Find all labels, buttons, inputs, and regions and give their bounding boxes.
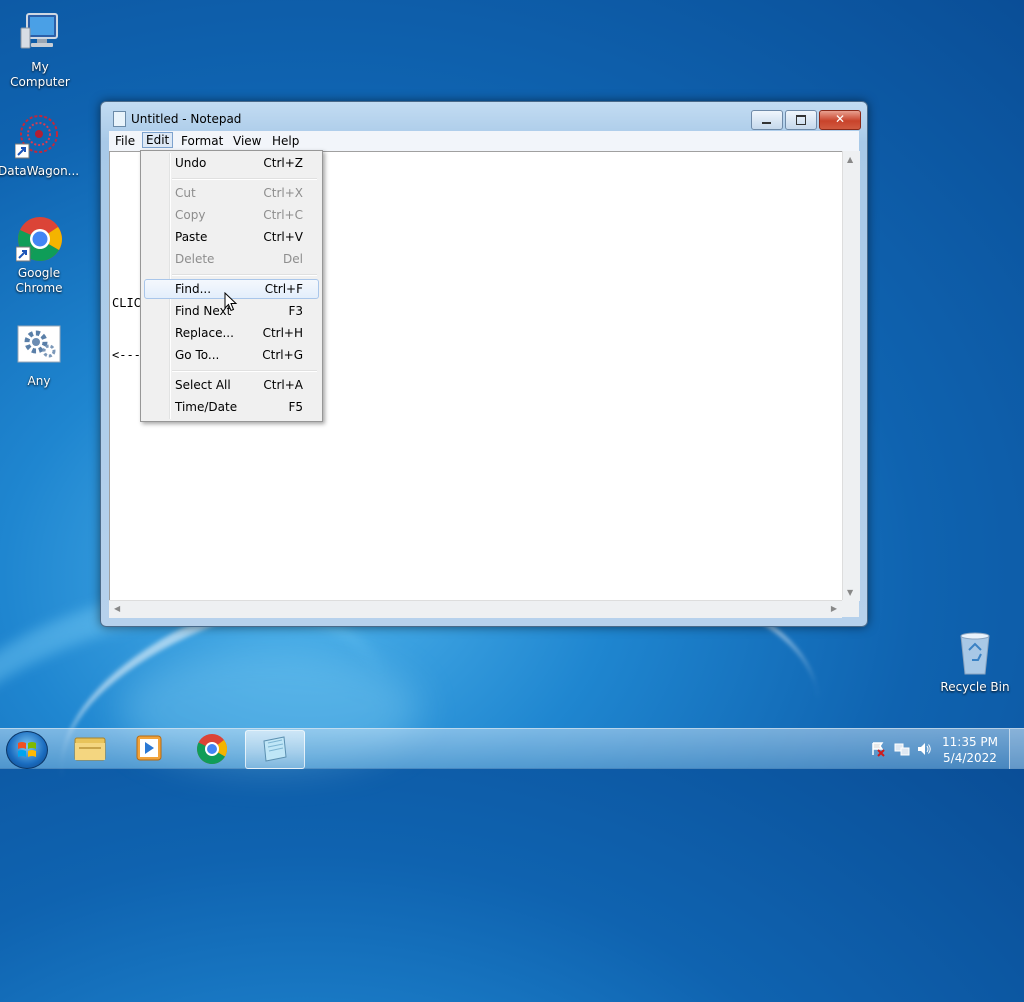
taskbar-notepad[interactable] [245, 730, 305, 769]
desktop-icon-any[interactable]: Any [0, 324, 79, 389]
taskbar: 11:35 PM 5/4/2022 [0, 728, 1024, 769]
menu-item-delete[interactable]: Delete Del [144, 249, 319, 269]
start-button[interactable] [6, 731, 48, 769]
menu-item-undo[interactable]: Undo Ctrl+Z [144, 153, 319, 173]
scroll-up-icon[interactable]: ▲ [847, 155, 853, 164]
system-tray: 11:35 PM 5/4/2022 [854, 729, 1024, 769]
volume-icon[interactable] [916, 741, 932, 757]
menu-item-label: Replace... [175, 326, 234, 340]
title-bar[interactable]: Untitled - Notepad ✕ [101, 102, 867, 132]
menu-item-label: Undo [175, 156, 207, 170]
horizontal-scrollbar[interactable]: ◀ ▶ [109, 600, 842, 618]
window-title: Untitled - Notepad [131, 112, 242, 126]
menu-item-shortcut: Ctrl+F [264, 282, 303, 296]
text-line: <--- [112, 348, 141, 362]
menu-file[interactable]: File [111, 133, 139, 149]
datawagon-icon [14, 114, 61, 160]
computer-icon [17, 10, 63, 56]
resize-grip[interactable] [842, 600, 859, 617]
menu-item-label: Go To... [175, 348, 220, 362]
chrome-icon [15, 216, 62, 262]
menu-item-select-all[interactable]: Select All Ctrl+A [144, 375, 319, 395]
menu-item-label: Time/Date [175, 400, 238, 414]
menu-item-replace[interactable]: Replace... Ctrl+H [144, 323, 319, 343]
menu-edit[interactable]: Edit [142, 132, 174, 148]
desktop-icon-my-computer[interactable]: My Computer [0, 10, 80, 90]
menu-item-shortcut: Ctrl+A [263, 378, 303, 392]
windows-logo-icon [18, 742, 36, 757]
menu-separator [172, 178, 317, 180]
menu-item-shortcut: Ctrl+X [263, 186, 303, 200]
menu-item-label: Cut [175, 186, 196, 200]
menu-format[interactable]: Format [177, 133, 227, 149]
close-button[interactable]: ✕ [819, 110, 861, 130]
recycle-bin-icon [952, 630, 998, 676]
minimize-button[interactable] [751, 110, 783, 130]
mouse-cursor-icon [224, 291, 238, 315]
minimize-icon [762, 122, 771, 124]
taskbar-chrome[interactable] [183, 730, 241, 767]
vertical-scrollbar[interactable]: ▲ ▼ [842, 151, 860, 601]
menu-item-copy[interactable]: Copy Ctrl+C [144, 205, 319, 225]
desktop-icon-label: Recycle Bin [940, 680, 1010, 694]
chrome-icon [197, 734, 228, 765]
clock[interactable]: 11:35 PM 5/4/2022 [942, 734, 998, 766]
desktop-icon-label: My Computer [10, 60, 70, 89]
menu-separator [172, 274, 317, 276]
menu-bar: File Edit Format View Help [109, 131, 859, 151]
menu-item-shortcut: Ctrl+G [262, 348, 303, 362]
menu-item-label: Copy [175, 208, 206, 222]
menu-item-shortcut: Ctrl+Z [263, 156, 303, 170]
settings-gear-icon [16, 324, 62, 370]
notepad-icon [113, 111, 126, 127]
show-desktop-button[interactable] [1009, 729, 1024, 769]
taskbar-media-player[interactable] [120, 730, 178, 767]
menu-item-label: Find Next [175, 304, 232, 318]
close-icon: ✕ [834, 112, 846, 126]
notepad-icon [263, 736, 287, 762]
maximize-icon [796, 115, 806, 125]
menu-item-label: Paste [175, 230, 208, 244]
menu-item-cut[interactable]: Cut Ctrl+X [144, 183, 319, 203]
media-player-icon [136, 735, 162, 761]
scroll-down-icon[interactable]: ▼ [847, 588, 853, 597]
menu-item-go-to[interactable]: Go To... Ctrl+G [144, 345, 319, 365]
menu-item-time-date[interactable]: Time/Date F5 [144, 397, 319, 417]
menu-item-shortcut: F5 [288, 400, 303, 414]
taskbar-explorer[interactable] [60, 730, 118, 767]
clock-time: 11:35 PM [942, 735, 998, 749]
text-line: CLIC [112, 296, 141, 310]
menu-item-label: Select All [175, 378, 231, 392]
desktop-icon-google-chrome[interactable]: Google Chrome [0, 216, 79, 296]
desktop-icon-label: Any [27, 374, 51, 388]
menu-view[interactable]: View [229, 133, 265, 149]
menu-item-shortcut: Ctrl+C [263, 208, 303, 222]
scroll-right-icon[interactable]: ▶ [831, 604, 837, 613]
menu-item-paste[interactable]: Paste Ctrl+V [144, 227, 319, 247]
desktop-icon-label: DataWagon... [0, 164, 80, 178]
menu-item-shortcut: Del [283, 252, 303, 266]
menu-item-shortcut: Ctrl+V [263, 230, 303, 244]
menu-help[interactable]: Help [268, 133, 303, 149]
windows-explorer-icon [74, 737, 106, 761]
clock-date: 5/4/2022 [943, 751, 997, 765]
action-center-icon[interactable] [870, 741, 886, 757]
menu-item-shortcut: F3 [288, 304, 303, 318]
desktop-icon-label: Google Chrome [15, 266, 63, 295]
menu-separator [172, 370, 317, 372]
menu-item-label: Delete [175, 252, 215, 266]
maximize-button[interactable] [785, 110, 817, 130]
menu-item-label: Find... [175, 282, 212, 296]
menu-item-shortcut: Ctrl+H [262, 326, 303, 340]
network-icon[interactable] [894, 741, 910, 757]
desktop-icon-datawagon[interactable]: DataWagon... [0, 114, 80, 179]
desktop-icon-recycle-bin[interactable]: Recycle Bin [935, 630, 1015, 695]
scroll-left-icon[interactable]: ◀ [114, 604, 120, 613]
edit-menu-dropdown: Undo Ctrl+Z Cut Ctrl+X Copy Ctrl+C Paste… [140, 150, 323, 422]
